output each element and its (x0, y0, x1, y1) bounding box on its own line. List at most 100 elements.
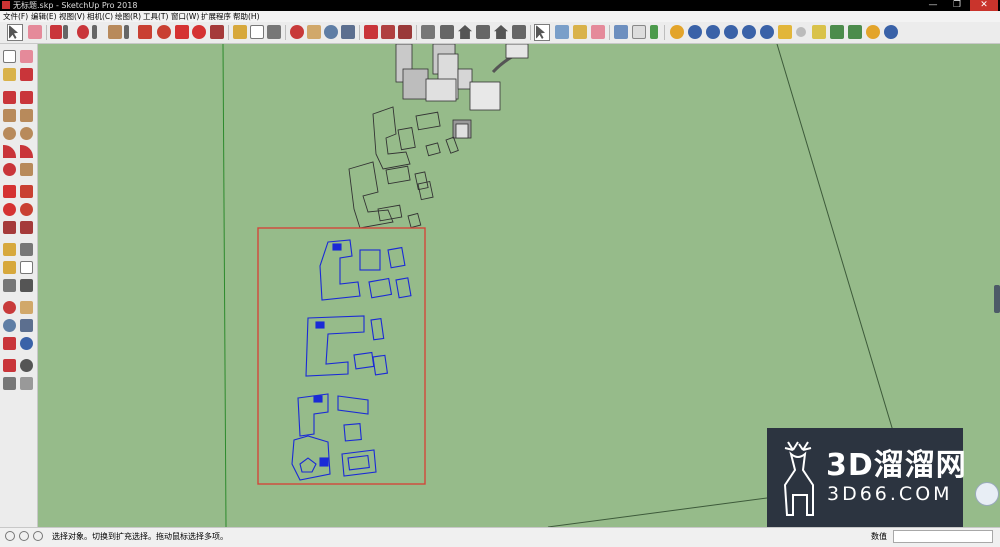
paint-tool-icon[interactable] (20, 68, 33, 81)
right-view-icon[interactable] (476, 25, 490, 39)
arc-tool-icon[interactable] (3, 145, 16, 158)
walk-icon[interactable] (632, 25, 646, 39)
shape-dropdown-icon[interactable] (124, 25, 129, 39)
menu-extensions[interactable]: 扩展程序 (201, 11, 231, 22)
move-icon[interactable] (175, 25, 189, 39)
menu-window[interactable]: 窗口(W) (171, 11, 199, 22)
rectangle-tool-icon[interactable] (3, 109, 16, 122)
plugin-r-icon[interactable] (706, 25, 720, 39)
3d-text-tool-icon[interactable] (20, 279, 33, 292)
plant-icon[interactable] (848, 25, 862, 39)
select-tool-icon[interactable] (3, 50, 16, 63)
tree-icon[interactable] (830, 25, 844, 39)
zoom-icon[interactable] (324, 25, 338, 39)
pan-icon[interactable] (307, 25, 321, 39)
axes-tool-icon[interactable] (3, 279, 16, 292)
paint-bucket-icon[interactable] (555, 25, 569, 39)
orbit-icon[interactable] (290, 25, 304, 39)
text-tool-icon[interactable] (250, 25, 264, 39)
circle-tool-icon[interactable] (3, 127, 16, 140)
plugin-m-icon[interactable] (670, 25, 684, 39)
plugin-s-icon[interactable] (688, 25, 702, 39)
pie-tool-icon[interactable] (20, 163, 33, 176)
arc-icon[interactable] (77, 25, 89, 39)
scale-icon[interactable] (210, 25, 224, 39)
line-tool-icon[interactable] (3, 91, 16, 104)
minimize-button[interactable]: — (922, 0, 944, 11)
offset-tool-icon[interactable] (20, 221, 33, 234)
sandbox-icon[interactable] (650, 25, 658, 39)
tape-measure-icon[interactable] (233, 25, 247, 39)
iso-view-icon[interactable] (421, 25, 435, 39)
section-plane-tool-icon[interactable] (20, 377, 33, 390)
layout-icon[interactable] (398, 25, 412, 39)
previous-view-tool-icon[interactable] (20, 337, 33, 350)
top-view-icon[interactable] (440, 25, 454, 39)
rotated-rectangle-tool-icon[interactable] (20, 109, 33, 122)
scale-tool-icon[interactable] (3, 221, 16, 234)
paint-icon[interactable] (573, 25, 587, 39)
render-icon[interactable] (866, 25, 880, 39)
zoom-window-tool-icon[interactable] (20, 319, 33, 332)
plugin-rr-icon[interactable] (742, 25, 756, 39)
sphere-icon[interactable] (796, 27, 806, 37)
eraser-icon[interactable] (28, 25, 42, 39)
move-tool-icon[interactable] (3, 185, 16, 198)
menu-tools[interactable]: 工具(T) (143, 11, 168, 22)
back-view-icon[interactable] (494, 25, 508, 39)
zoom-extents-icon[interactable] (341, 25, 355, 39)
push-pull-tool-icon[interactable] (20, 185, 33, 198)
dimension-tool-icon[interactable] (20, 243, 33, 256)
side-panel-tab[interactable] (994, 285, 1000, 313)
pause-render-icon[interactable] (884, 25, 898, 39)
menu-view[interactable]: 视图(V) (59, 11, 85, 22)
rotate-icon[interactable] (192, 25, 206, 39)
maximize-button[interactable]: ❐ (946, 0, 968, 11)
extension-warehouse-icon[interactable] (381, 25, 395, 39)
rotate-tool-icon[interactable] (3, 203, 16, 216)
drawing-area[interactable]: 3D溜溜网 3D66.COM (38, 44, 1000, 527)
freehand-tool-icon[interactable] (20, 91, 33, 104)
orbit-tool-icon[interactable] (3, 301, 16, 314)
light-icon[interactable] (812, 25, 826, 39)
dimension-icon[interactable] (267, 25, 281, 39)
walk-tool-icon[interactable] (3, 377, 16, 390)
look-around-tool-icon[interactable] (20, 359, 33, 372)
plugin-help-icon[interactable] (760, 25, 774, 39)
geolocation-icon[interactable] (5, 531, 15, 541)
paint-bucket-tool-icon[interactable] (3, 68, 16, 81)
protractor-tool-icon[interactable] (3, 261, 16, 274)
tape-measure-tool-icon[interactable] (3, 243, 16, 256)
menu-help[interactable]: 帮助(H) (233, 11, 260, 22)
left-view-icon[interactable] (512, 25, 526, 39)
follow-me-tool-icon[interactable] (20, 203, 33, 216)
3d-warehouse-icon[interactable] (364, 25, 378, 39)
menu-edit[interactable]: 编辑(E) (31, 11, 57, 22)
plugin-rt-icon[interactable] (724, 25, 738, 39)
chat-assistant-icon[interactable] (975, 482, 999, 506)
eraser-tool-icon[interactable] (20, 50, 33, 63)
section-plane-icon[interactable] (614, 25, 628, 39)
tag-icon[interactable] (778, 25, 792, 39)
zoom-tool-icon[interactable] (3, 319, 16, 332)
menu-draw[interactable]: 绘图(R) (115, 11, 141, 22)
polygon-tool-icon[interactable] (20, 127, 33, 140)
rectangle-icon[interactable] (108, 25, 122, 39)
zoom-extents-tool-icon[interactable] (3, 337, 16, 350)
eraser-icon-2[interactable] (591, 25, 605, 39)
arc-dropdown-icon[interactable] (92, 25, 97, 39)
three-point-arc-tool-icon[interactable] (3, 163, 16, 176)
two-point-arc-tool-icon[interactable] (20, 145, 33, 158)
pencil-dropdown-icon[interactable] (63, 25, 68, 39)
front-view-icon[interactable] (458, 25, 472, 39)
measurements-input[interactable] (893, 530, 993, 543)
pencil-icon[interactable] (50, 25, 62, 39)
help-icon[interactable] (33, 531, 43, 541)
menu-camera[interactable]: 相机(C) (87, 11, 113, 22)
menu-file[interactable]: 文件(F) (3, 11, 28, 22)
follow-me-icon[interactable] (157, 25, 171, 39)
position-camera-tool-icon[interactable] (3, 359, 16, 372)
credits-icon[interactable] (19, 531, 29, 541)
text-tool-icon-left[interactable] (20, 261, 33, 274)
push-pull-icon[interactable] (138, 25, 152, 39)
